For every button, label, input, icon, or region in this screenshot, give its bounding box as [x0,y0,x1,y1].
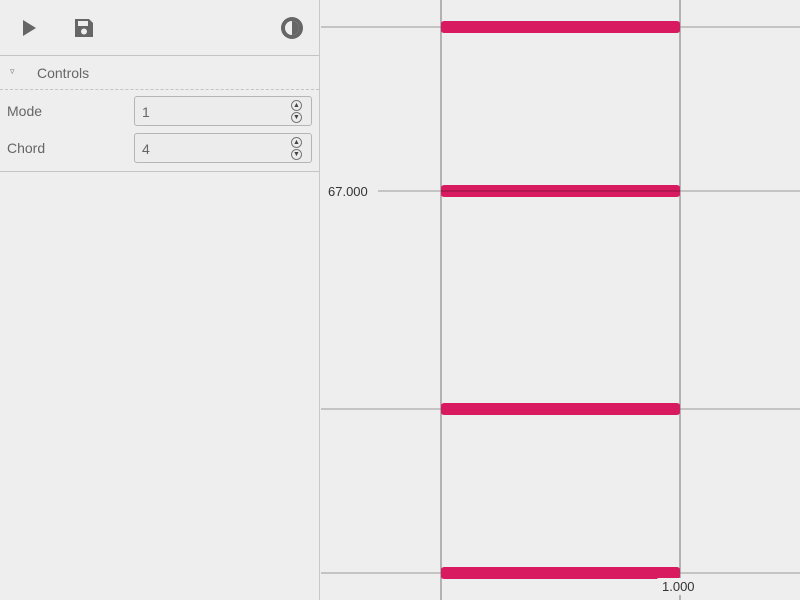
collapse-arrow-icon[interactable]: ▿ [10,66,15,77]
x-tick-label: 1.000 [656,578,701,595]
controls-section-title: Controls [37,65,90,81]
chord-stepper-arrows: ▲ ▼ [291,136,303,162]
theme-toggle-button[interactable] [276,12,308,44]
chord-stepper[interactable]: 4 ▲ ▼ [134,133,312,163]
controls-section-header[interactable]: ▿ Controls [0,56,319,90]
chord-value[interactable]: 4 [142,141,150,157]
mode-increment-icon[interactable]: ▲ [291,100,302,111]
controls-body: Mode 1 ▲ ▼ Chord 4 ▲ ▼ [0,90,319,172]
save-icon [75,19,93,37]
note-bar[interactable] [441,21,680,33]
piano-roll-plot[interactable]: 67.000 1.000 [321,0,800,600]
chord-decrement-icon[interactable]: ▼ [291,149,302,160]
mode-row: Mode 1 ▲ ▼ [0,96,320,126]
mode-value[interactable]: 1 [142,104,150,120]
note-bar[interactable] [441,567,680,579]
play-icon [23,20,36,36]
chord-increment-icon[interactable]: ▲ [291,137,302,148]
play-button[interactable] [13,12,45,44]
mode-label: Mode [7,103,43,119]
note-bars [441,21,680,579]
save-button[interactable] [68,12,100,44]
chord-row: Chord 4 ▲ ▼ [0,133,320,163]
app-window: ▿ Controls Mode 1 ▲ ▼ Chord 4 ▲ ▼ 67.000… [0,0,800,600]
theme-toggle-icon [281,17,303,39]
y-tick-label: 67.000 [328,184,371,199]
mode-stepper[interactable]: 1 ▲ ▼ [134,96,312,126]
chord-label: Chord [7,140,46,156]
plot-canvas [321,0,800,600]
toolbar [0,0,319,56]
mode-decrement-icon[interactable]: ▼ [291,112,302,123]
note-bar[interactable] [441,403,680,415]
left-panel: ▿ Controls Mode 1 ▲ ▼ Chord 4 ▲ ▼ [0,0,320,600]
mode-stepper-arrows: ▲ ▼ [291,99,303,125]
